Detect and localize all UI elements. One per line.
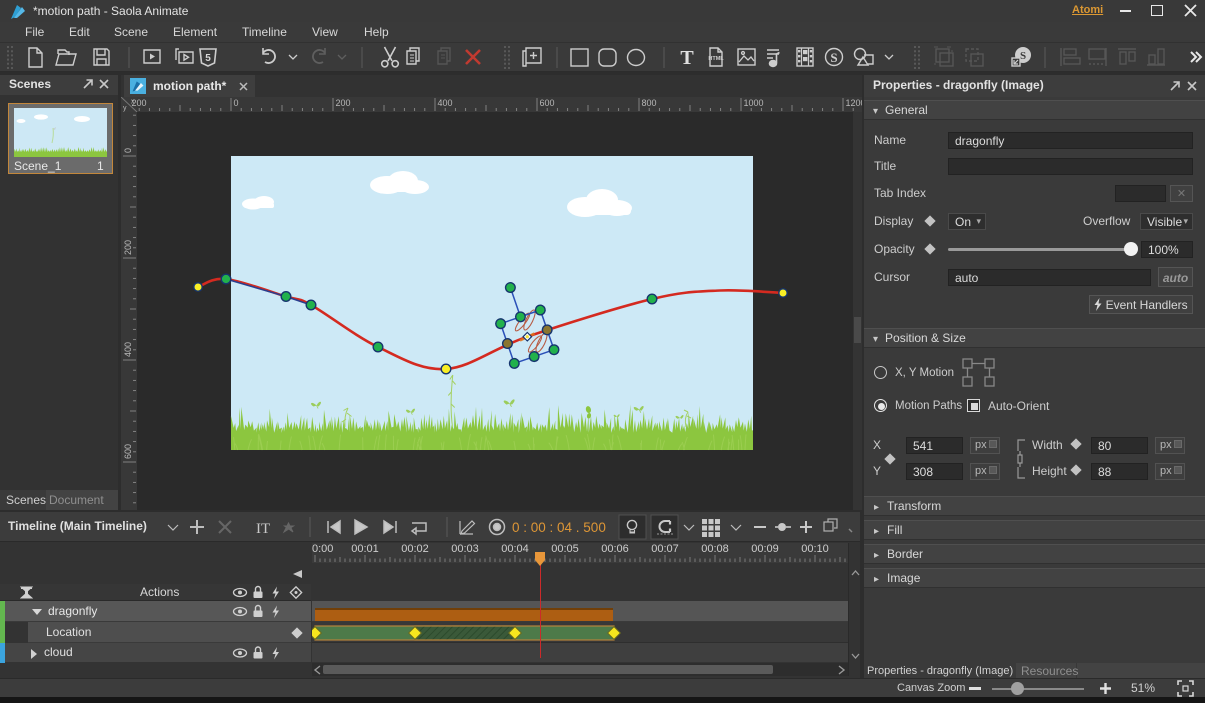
svg-text:5: 5	[205, 53, 211, 64]
svg-text:0: 0	[234, 98, 239, 108]
svg-text:1000: 1000	[744, 98, 764, 108]
svg-text:200: 200	[132, 98, 147, 108]
svg-text:00:06: 00:06	[601, 543, 629, 555]
svg-text:00:01: 00:01	[351, 543, 379, 555]
svg-text:T: T	[680, 47, 694, 69]
svg-text:600: 600	[540, 98, 555, 108]
svg-text:00:05: 00:05	[551, 543, 579, 555]
svg-text:00:08: 00:08	[701, 543, 729, 555]
svg-text:400: 400	[438, 98, 453, 108]
svg-text:HTML: HTML	[708, 56, 724, 62]
svg-text:0: 0	[123, 148, 133, 153]
svg-text:00:07: 00:07	[651, 543, 679, 555]
svg-text:0:00: 0:00	[312, 543, 333, 555]
svg-text:00:09: 00:09	[751, 543, 779, 555]
svg-text:00:02: 00:02	[401, 543, 429, 555]
svg-text:S: S	[1020, 50, 1026, 62]
svg-text:200: 200	[336, 98, 351, 108]
svg-text:00:03: 00:03	[451, 543, 479, 555]
svg-text:00:10: 00:10	[801, 543, 829, 555]
svg-text:400: 400	[123, 342, 133, 357]
svg-text:S: S	[830, 50, 837, 65]
svg-text:1200: 1200	[846, 98, 863, 108]
svg-text:0 : 00 : 04 . 500: 0 : 00 : 04 . 500	[512, 520, 606, 535]
svg-text:800: 800	[642, 98, 657, 108]
svg-text:600: 600	[123, 444, 133, 459]
svg-text:200: 200	[123, 240, 133, 255]
svg-text:00:04: 00:04	[501, 543, 529, 555]
svg-text:y: y	[123, 105, 127, 112]
